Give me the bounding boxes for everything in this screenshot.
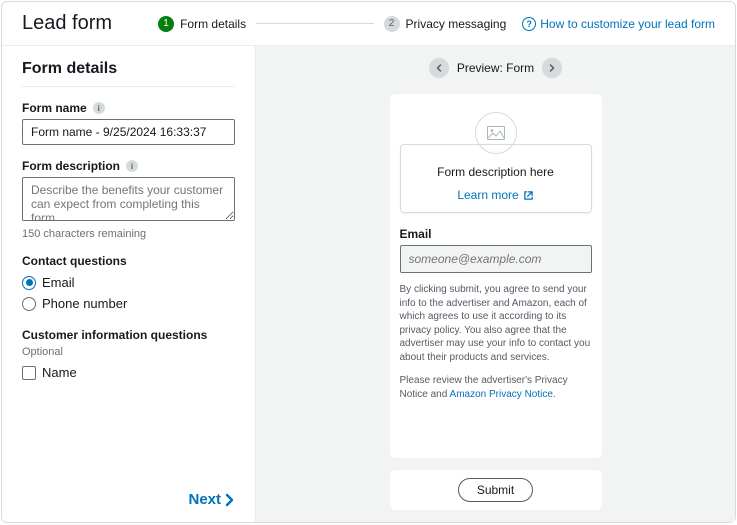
header: Lead form 1 Form details 2 Privacy messa…	[2, 2, 735, 45]
step-badge-2: 2	[384, 16, 400, 32]
radio-icon	[22, 276, 36, 290]
radio-icon	[22, 297, 36, 311]
preview-panel: Preview: Form Form descrip	[256, 46, 735, 522]
help-link-label: How to customize your lead form	[540, 17, 715, 31]
char-remaining: 150 characters remaining	[22, 228, 235, 240]
image-icon	[487, 126, 505, 140]
step-badge-1: 1	[158, 16, 174, 32]
form-description-label: Form description i	[22, 159, 235, 173]
contact-questions-label: Contact questions	[22, 254, 235, 268]
form-name-label: Form name i	[22, 101, 235, 115]
radio-email-label: Email	[42, 275, 75, 290]
contact-questions-group: Contact questions Email Phone number	[22, 254, 235, 314]
form-description-group: Form description i 150 characters remain…	[22, 159, 235, 240]
preview-bar: Preview: Form	[256, 58, 735, 78]
description-card: Form description here Learn more	[400, 144, 592, 213]
chevron-left-icon	[435, 64, 443, 72]
submit-button[interactable]: Submit	[458, 478, 533, 502]
preview-email-input[interactable]	[400, 245, 592, 273]
form-description-input[interactable]	[22, 177, 235, 221]
checkbox-name-label: Name	[42, 365, 77, 380]
chevron-right-icon	[225, 493, 235, 507]
info-icon[interactable]: i	[126, 160, 138, 172]
chevron-right-icon	[548, 64, 556, 72]
section-title: Form details	[22, 60, 235, 87]
step-connector	[256, 23, 373, 24]
help-link[interactable]: ? How to customize your lead form	[522, 17, 715, 31]
page-title: Lead form	[22, 12, 112, 35]
learn-more-label: Learn more	[457, 188, 518, 202]
form-name-group: Form name i	[22, 101, 235, 145]
form-name-label-text: Form name	[22, 101, 87, 115]
optional-text: Optional	[22, 346, 235, 358]
preview-label: Preview: Form	[457, 61, 534, 75]
amazon-privacy-link[interactable]: Amazon Privacy Notice	[450, 389, 553, 400]
step-form-details[interactable]: 1 Form details	[158, 16, 246, 32]
customer-questions-checkboxes: Name	[22, 362, 235, 383]
lead-form-container: Lead form 1 Form details 2 Privacy messa…	[1, 1, 736, 523]
stepper: 1 Form details 2 Privacy messaging	[158, 16, 506, 32]
preview-email-label: Email	[400, 227, 592, 241]
step-label-1: Form details	[180, 17, 246, 31]
next-button[interactable]: Next	[188, 491, 235, 508]
checkbox-name[interactable]: Name	[22, 362, 235, 383]
preview-prev-button[interactable]	[429, 58, 449, 78]
step-label-2: Privacy messaging	[406, 17, 507, 31]
radio-email[interactable]: Email	[22, 272, 235, 293]
form-description-label-text: Form description	[22, 159, 120, 173]
disclaimer-1: By clicking submit, you agree to send yo…	[400, 283, 592, 364]
form-details-panel: Form details Form name i Form descriptio…	[2, 46, 256, 522]
info-icon: ?	[522, 17, 536, 31]
customer-questions-label: Customer information questions	[22, 328, 235, 342]
disclaimer-2: Please review the advertiser's Privacy N…	[400, 374, 592, 401]
info-icon[interactable]: i	[93, 102, 105, 114]
preview-frame: Form description here Learn more Email B…	[390, 94, 602, 458]
description-text: Form description here	[409, 165, 583, 179]
radio-phone-label: Phone number	[42, 296, 127, 311]
preview-next-button[interactable]	[542, 58, 562, 78]
checkbox-icon	[22, 366, 36, 380]
form-name-input[interactable]	[22, 119, 235, 145]
external-link-icon	[523, 190, 534, 201]
customer-questions-group: Customer information questions Optional …	[22, 328, 235, 383]
disclaimer-2-post: .	[553, 389, 556, 400]
step-privacy-messaging[interactable]: 2 Privacy messaging	[384, 16, 507, 32]
next-button-label: Next	[188, 491, 221, 508]
learn-more-link[interactable]: Learn more	[457, 188, 533, 202]
body: Form details Form name i Form descriptio…	[2, 45, 735, 522]
next-row: Next	[22, 491, 235, 508]
contact-questions-radios: Email Phone number	[22, 272, 235, 314]
submit-row: Submit	[390, 470, 602, 510]
radio-phone-number[interactable]: Phone number	[22, 293, 235, 314]
